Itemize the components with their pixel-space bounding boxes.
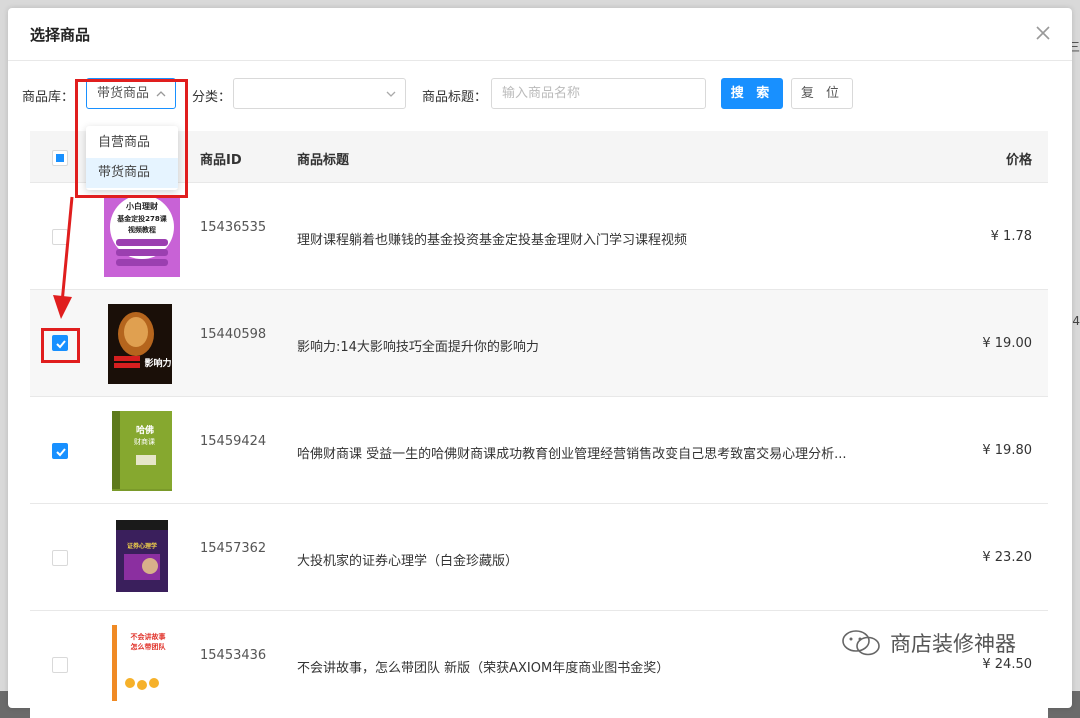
library-label: 商品库： [22,90,75,105]
column-header-price: 价格 [1005,153,1032,168]
row-checkbox[interactable] [52,443,68,459]
svg-text:视频教程: 视频教程 [128,225,156,234]
modal-header: 选择商品 [8,8,1072,61]
product-price: ¥ 1.78 [990,229,1032,244]
product-id: 15457362 [200,541,267,556]
watermark: 商店装修神器 [840,628,1016,658]
dropdown-option-self-operated[interactable]: 自营商品 [86,128,178,158]
row-checkbox[interactable] [52,657,68,673]
product-title: 影响力:14大影响技巧全面提升你的影响力 [297,340,539,355]
check-icon [56,340,66,349]
svg-text:怎么带团队: 怎么带团队 [131,642,167,651]
annotation-arrow-icon [53,196,74,319]
modal-title: 选择商品 [30,25,91,44]
chevron-down-icon [386,91,396,97]
chevron-up-icon [156,91,166,97]
filter-bar: 商品库： 带货商品 分类： 商品标题： 输入商品名称 搜 索 复 位 [22,78,1042,110]
product-thumbnail: 证券心理学 [116,520,168,592]
product-price: ¥ 23.20 [982,550,1032,565]
wechat-icon [842,630,880,656]
svg-text:财商课: 财商课 [134,437,155,446]
product-price: ¥ 19.00 [982,336,1032,351]
table-row[interactable]: 证券心理学 15457362 大投机家的证券心理学（白金珍藏版） ¥ 23.20 [30,504,1048,611]
row-checkbox[interactable] [52,335,68,351]
category-select[interactable] [233,78,406,109]
title-search-input[interactable]: 输入商品名称 [491,78,706,109]
svg-text:不会讲故事: 不会讲故事 [131,632,166,641]
table-header: 商品ID 商品标题 价格 [30,131,1048,183]
product-id: 15459424 [200,434,267,449]
svg-text:哈佛: 哈佛 [136,424,154,436]
row-checkbox[interactable] [52,550,68,566]
table-row[interactable]: 小白理财 基金定投278课 视频教程 15436535 理财课程躺着也赚钱的基金… [30,183,1048,290]
category-label: 分类： [192,90,232,105]
title-label: 商品标题： [422,90,488,105]
column-header-title: 商品标题 [297,153,350,168]
svg-text:影响力: 影响力 [144,357,171,369]
product-id: 15436535 [200,220,267,235]
library-select[interactable]: 带货商品 [86,78,176,109]
svg-text:证券心理学: 证券心理学 [127,542,157,550]
product-id: 15453436 [200,648,267,663]
product-thumbnail: 小白理财 基金定投278课 视频教程 [104,197,180,277]
reset-button[interactable]: 复 位 [791,78,853,109]
svg-text:小白理财: 小白理财 [125,201,158,211]
table-row[interactable]: 影响力 15440598 影响力:14大影响技巧全面提升你的影响力 ¥ 19.0… [30,290,1048,397]
check-icon [56,448,66,457]
dropdown-option-affiliate[interactable]: 带货商品 [86,158,178,188]
product-thumbnail: 影响力 [108,304,172,384]
product-price: ¥ 24.50 [982,657,1032,672]
search-button[interactable]: 搜 索 [721,78,783,109]
svg-text:基金定投278课: 基金定投278课 [116,214,168,223]
product-id: 15440598 [200,327,267,342]
table-row[interactable]: 哈佛 财商课 15459424 哈佛财商课 受益一生的哈佛财商课成功教育创业管理… [30,397,1048,504]
column-header-id: 商品ID [200,153,242,168]
product-thumbnail: 不会讲故事 怎么带团队 [112,625,170,701]
library-dropdown-menu: 自营商品 带货商品 [86,126,178,190]
close-icon[interactable] [1032,22,1054,44]
product-title: 大投机家的证券心理学（白金珍藏版） [297,554,519,569]
product-price: ¥ 19.80 [982,443,1032,458]
product-title: 哈佛财商课 受益一生的哈佛财商课成功教育创业管理经营销售改变自己思考致富交易心理… [297,447,847,462]
product-title: 不会讲故事，怎么带团队 新版（荣获AXIOM年度商业图书金奖） [297,661,670,676]
product-thumbnail: 哈佛 财商课 [112,411,172,491]
product-title: 理财课程躺着也赚钱的基金投资基金定投基金理财入门学习课程视频 [297,233,688,248]
select-all-checkbox[interactable] [52,150,68,166]
